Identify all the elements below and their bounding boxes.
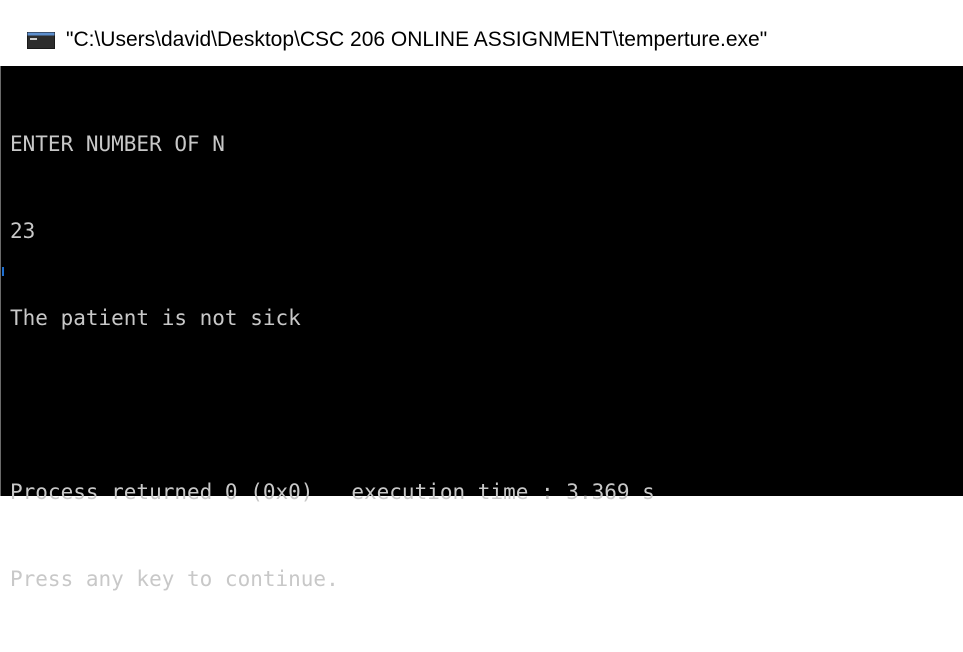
console-window-icon[interactable]: [27, 32, 55, 49]
console-line-blank: [10, 391, 655, 420]
console-output-area[interactable]: ENTER NUMBER OF N 23 The patient is not …: [0, 66, 963, 591]
console-line-prompt: ENTER NUMBER OF N: [10, 132, 225, 156]
console-text: ENTER NUMBER OF N 23 The patient is not …: [10, 72, 655, 652]
window-titlebar[interactable]: "C:\Users\david\Desktop\CSC 206 ONLINE A…: [0, 0, 963, 66]
console-line-input: 23: [10, 219, 36, 243]
console-line-press-any-key: Press any key to continue.: [10, 567, 339, 591]
console-line-result: The patient is not sick: [10, 306, 301, 330]
window-title: "C:\Users\david\Desktop\CSC 206 ONLINE A…: [66, 28, 768, 51]
console-window: "C:\Users\david\Desktop\CSC 206 ONLINE A…: [0, 0, 963, 591]
console-line-process-returned: Process returned 0 (0x0) execution time …: [10, 480, 655, 504]
cursor-marker: [2, 267, 4, 276]
